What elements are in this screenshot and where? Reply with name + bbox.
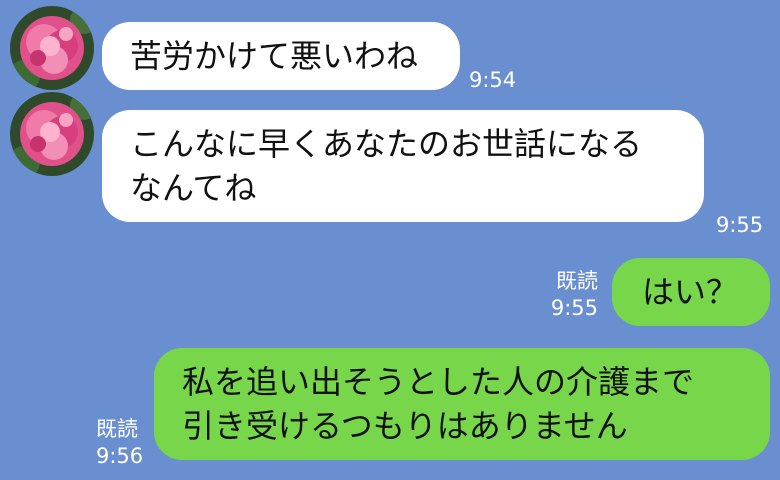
message-bubble-1[interactable]: 苦労かけて悪いわね (102, 22, 460, 90)
message-text: 私を追い出そうとした人の介護まで (182, 363, 695, 401)
chat-area: 苦労かけて悪いわね 9:54 こんなに早くあなたのお世話になる なんてね 9:5… (0, 0, 780, 480)
message-bubble-3[interactable]: はい？ (612, 258, 770, 326)
message-time: 9:55 (716, 213, 764, 237)
message-bubble-4[interactable]: 私を追い出そうとした人の介護まで 引き受けるつもりはありません (154, 348, 770, 460)
message-text: 引き受けるつもりはありません (182, 407, 628, 445)
peony-flower-icon (10, 6, 94, 90)
contact-avatar[interactable] (10, 92, 94, 176)
message-text: 苦労かけて悪いわね (130, 37, 419, 75)
message-text: はい？ (642, 273, 739, 311)
message-time: 9:56 (96, 444, 144, 468)
message-time: 9:54 (469, 68, 517, 92)
peony-flower-icon (10, 92, 94, 176)
read-receipt-group: 既読 9:55 (540, 268, 598, 322)
message-text: なんてね (130, 169, 257, 207)
read-label: 既読 (96, 417, 138, 441)
message-text: こんなに早くあなたのお世話になる (130, 125, 643, 163)
read-label: 既読 (556, 269, 598, 293)
message-time: 9:55 (550, 296, 598, 320)
message-bubble-2[interactable]: こんなに早くあなたのお世話になる なんてね (102, 110, 704, 222)
read-receipt-group: 既読 9:56 (96, 416, 143, 470)
contact-avatar[interactable] (10, 6, 94, 90)
